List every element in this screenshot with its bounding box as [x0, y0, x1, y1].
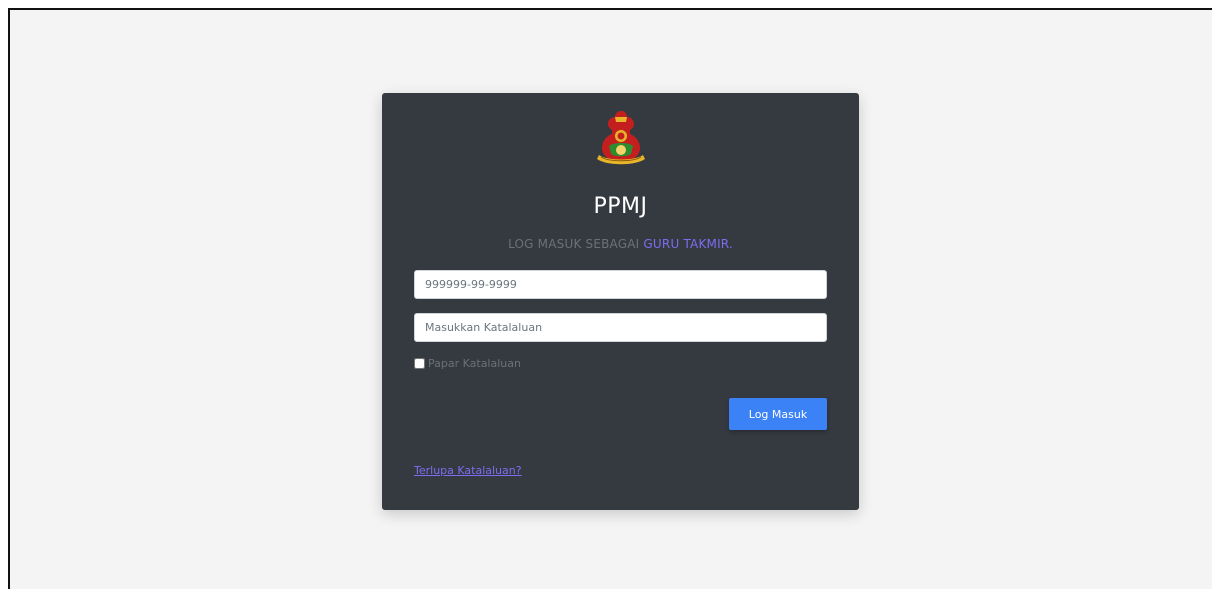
ic-number-input[interactable]	[414, 270, 827, 299]
app-title: PPMJ	[593, 194, 648, 219]
page-frame: PPMJ LOG MASUK SEBAGAI GURU TAKMIR. Papa…	[8, 8, 1212, 589]
show-password-label: Papar Katalaluan	[428, 357, 521, 370]
login-button[interactable]: Log Masuk	[729, 398, 827, 430]
login-card: PPMJ LOG MASUK SEBAGAI GURU TAKMIR. Papa…	[382, 93, 859, 510]
subtitle-prefix: LOG MASUK SEBAGAI	[508, 237, 644, 251]
login-role-subtitle: LOG MASUK SEBAGAI GURU TAKMIR.	[382, 237, 859, 251]
forgot-password-link[interactable]: Terlupa Katalaluan?	[414, 464, 522, 477]
crest-emblem-icon	[596, 111, 645, 165]
show-password-toggle[interactable]: Papar Katalaluan	[414, 357, 521, 370]
password-input[interactable]	[414, 313, 827, 342]
show-password-checkbox[interactable]	[414, 358, 425, 369]
subtitle-role: GURU TAKMIR.	[643, 237, 733, 251]
